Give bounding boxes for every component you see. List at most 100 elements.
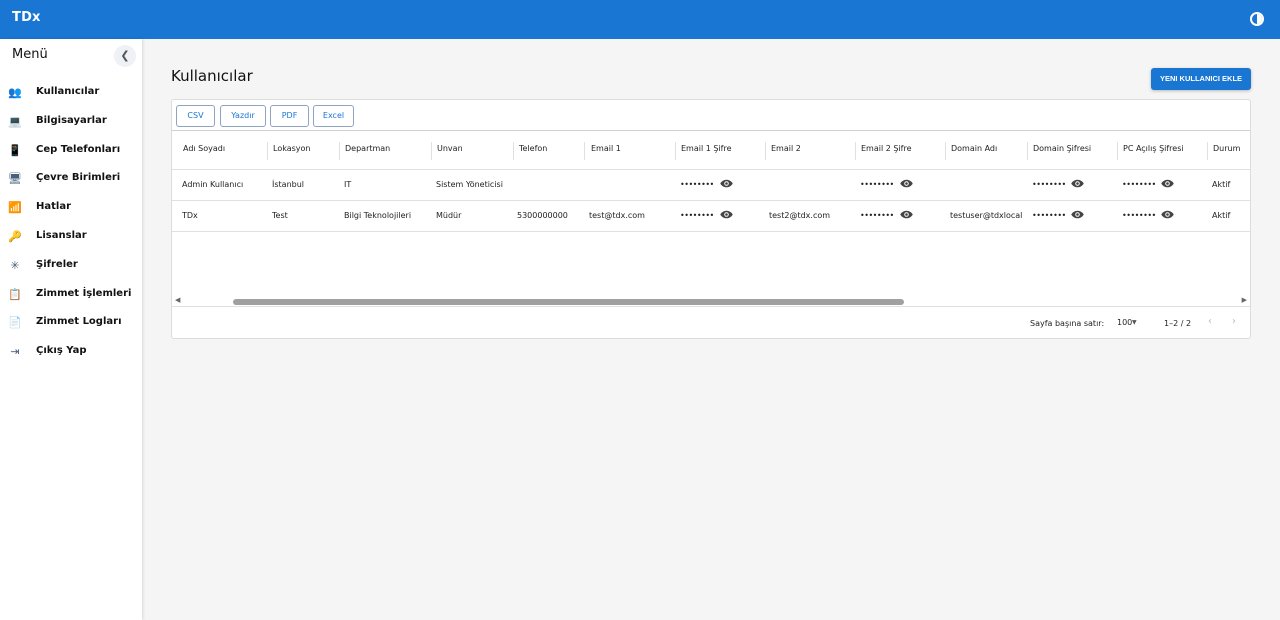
app-title: TDx — [12, 10, 41, 25]
sidebar-item-label: Bilgisayarlar — [36, 114, 107, 126]
column-header[interactable]: Email 1 Şifre — [681, 144, 732, 153]
sidebar-item-label: Lisanslar — [36, 229, 87, 241]
eye-icon[interactable] — [720, 210, 733, 219]
people-icon: 👥 — [8, 86, 22, 99]
eye-icon[interactable] — [1071, 179, 1084, 188]
column-header[interactable]: Domain Adı — [951, 144, 997, 153]
eye-icon[interactable] — [1071, 210, 1084, 219]
logout-icon: ⇥ — [10, 345, 20, 359]
sidebar-item-cevre-birimleri[interactable]: 🖥 Çevre Birimleri — [0, 166, 142, 195]
column-separator[interactable] — [267, 142, 268, 160]
cell-name: TDx — [182, 211, 198, 220]
masked-password: •••••••• — [1122, 211, 1156, 220]
sidebar-item-label: Çıkış Yap — [36, 345, 87, 357]
sidebar-item-cikis-yap[interactable]: ⇥ Çıkış Yap — [0, 339, 142, 368]
masked-password: •••••••• — [1032, 180, 1066, 189]
sidebar-item-hatlar[interactable]: 📶 Hatlar — [0, 195, 142, 224]
column-header[interactable]: Email 1 — [591, 144, 621, 153]
column-header[interactable]: Telefon — [519, 144, 547, 153]
excel-button[interactable]: Excel — [313, 105, 354, 127]
sidebar-item-label: Zimmet İşlemleri — [36, 287, 132, 299]
cell-phone: 5300000000 — [517, 211, 568, 220]
sidebar-item-zimmet-loglari[interactable]: 📄 Zimmet Logları — [0, 310, 142, 339]
column-header[interactable]: Lokasyon — [273, 144, 310, 153]
masked-password: •••••••• — [1032, 211, 1066, 220]
export-toolbar: CSV Yazdır PDF Excel — [172, 100, 1250, 131]
devices-icon: 🖥 — [8, 172, 22, 186]
eye-icon[interactable] — [900, 210, 913, 219]
rows-per-page-select[interactable]: 100 — [1117, 318, 1132, 327]
cell-email2: test2@tdx.com — [769, 211, 831, 220]
rows-per-page-label: Sayfa başına satır: — [1030, 319, 1105, 328]
menu-title: Menü — [12, 47, 48, 62]
horizontal-scrollbar[interactable]: ◀ ▶ — [172, 296, 1250, 306]
cell-status: Aktif — [1212, 211, 1231, 220]
key-icon: 🔑 — [8, 229, 22, 243]
eye-icon[interactable] — [720, 179, 733, 188]
column-separator[interactable] — [855, 142, 856, 160]
column-header[interactable]: Departman — [345, 144, 390, 153]
table-row[interactable]: TDx Test Bilgi Teknolojileri Müdür 53000… — [172, 201, 1250, 232]
column-header[interactable]: Durum — [1213, 144, 1240, 153]
column-separator[interactable] — [675, 142, 676, 160]
add-user-button[interactable]: YENI KULLANICI EKLE — [1151, 68, 1251, 90]
column-separator[interactable] — [584, 142, 585, 160]
sidebar-item-kullanicilar[interactable]: 👥 Kullanıcılar — [0, 80, 142, 109]
print-button[interactable]: Yazdır — [220, 105, 266, 127]
sidebar-item-lisanslar[interactable]: 🔑 Lisanslar — [0, 224, 142, 253]
column-separator[interactable] — [945, 142, 946, 160]
column-header[interactable]: Email 2 Şifre — [861, 144, 912, 153]
sidebar-item-label: Hatlar — [36, 201, 72, 213]
users-grid: Adı Soyadı Lokasyon Departman Unvan Tele… — [172, 132, 1250, 302]
collapse-sidebar-button[interactable]: ❮ — [114, 45, 136, 67]
password-icon: ✳ — [10, 258, 20, 272]
users-table-card: CSV Yazdır PDF Excel Adı Soyadı Lokasyon… — [171, 99, 1251, 339]
page-title: Kullanıcılar — [171, 67, 253, 85]
table-row[interactable]: Admin Kullanıcı İstanbul IT Sistem Yönet… — [172, 170, 1250, 201]
column-separator[interactable] — [1117, 142, 1118, 160]
dropdown-caret-icon[interactable]: ▼ — [1132, 319, 1137, 326]
column-header[interactable]: PC Açılış Şifresi — [1123, 144, 1184, 153]
column-header[interactable]: Domain Şifresi — [1033, 144, 1091, 153]
scroll-right-icon[interactable]: ▶ — [1242, 296, 1247, 304]
eye-icon[interactable] — [900, 179, 913, 188]
column-separator[interactable] — [765, 142, 766, 160]
column-header[interactable]: Adı Soyadı — [183, 144, 225, 153]
sidebar-nav: 👥 Kullanıcılar 💻 Bilgisayarlar 📱 Cep Telefo… — [0, 80, 142, 368]
scrollbar-thumb[interactable] — [233, 299, 904, 305]
laptop-icon: 💻 — [8, 114, 22, 128]
app-bar: TDx — [0, 0, 1280, 39]
column-separator[interactable] — [513, 142, 514, 160]
cell-domain: testuser@tdxlocal — [950, 211, 1023, 220]
cell-name: Admin Kullanıcı — [182, 180, 244, 189]
pdf-button[interactable]: PDF — [270, 105, 309, 127]
column-header[interactable]: Email 2 — [771, 144, 801, 153]
masked-password: •••••••• — [860, 180, 894, 189]
sidebar-item-bilgisayarlar[interactable]: 💻 Bilgisayarlar — [0, 109, 142, 138]
masked-password: •••••••• — [680, 180, 714, 189]
sidebar-item-zimmet-islemleri[interactable]: 📋 Zimmet İşlemleri — [0, 282, 142, 311]
sidebar-item-label: Cep Telefonları — [36, 143, 121, 155]
brightness-icon[interactable] — [1250, 12, 1264, 26]
csv-button[interactable]: CSV — [176, 105, 215, 127]
masked-password: •••••••• — [680, 211, 714, 220]
column-separator[interactable] — [1027, 142, 1028, 160]
sidebar-item-sifreler[interactable]: ✳ Şifreler — [0, 253, 142, 282]
column-separator[interactable] — [339, 142, 340, 160]
column-header[interactable]: Unvan — [437, 144, 463, 153]
sidebar: Menü ❮ 👥 Kullanıcılar 💻 Bilgisayarlar 📱 Cep… — [0, 39, 142, 620]
cell-title: Sistem Yöneticisi — [436, 180, 503, 189]
assignment-ind-icon: 📋 — [8, 287, 22, 301]
sidebar-item-label: Çevre Birimleri — [36, 172, 121, 184]
eye-icon[interactable] — [1161, 179, 1174, 188]
eye-icon[interactable] — [1161, 210, 1174, 219]
previous-page-icon[interactable]: ‹ — [1208, 316, 1212, 327]
column-separator[interactable] — [1207, 142, 1208, 160]
scroll-left-icon[interactable]: ◀ — [175, 296, 180, 304]
sidebar-item-cep-telefonlari[interactable]: 📱 Cep Telefonları — [0, 138, 142, 167]
pagination-footer: Sayfa başına satır: 100 ▼ 1–2 / 2 ‹ › — [172, 306, 1250, 338]
chevron-left-icon: ❮ — [120, 49, 130, 62]
column-separator[interactable] — [431, 142, 432, 160]
next-page-icon[interactable]: › — [1232, 316, 1236, 327]
cell-department: IT — [344, 180, 352, 189]
